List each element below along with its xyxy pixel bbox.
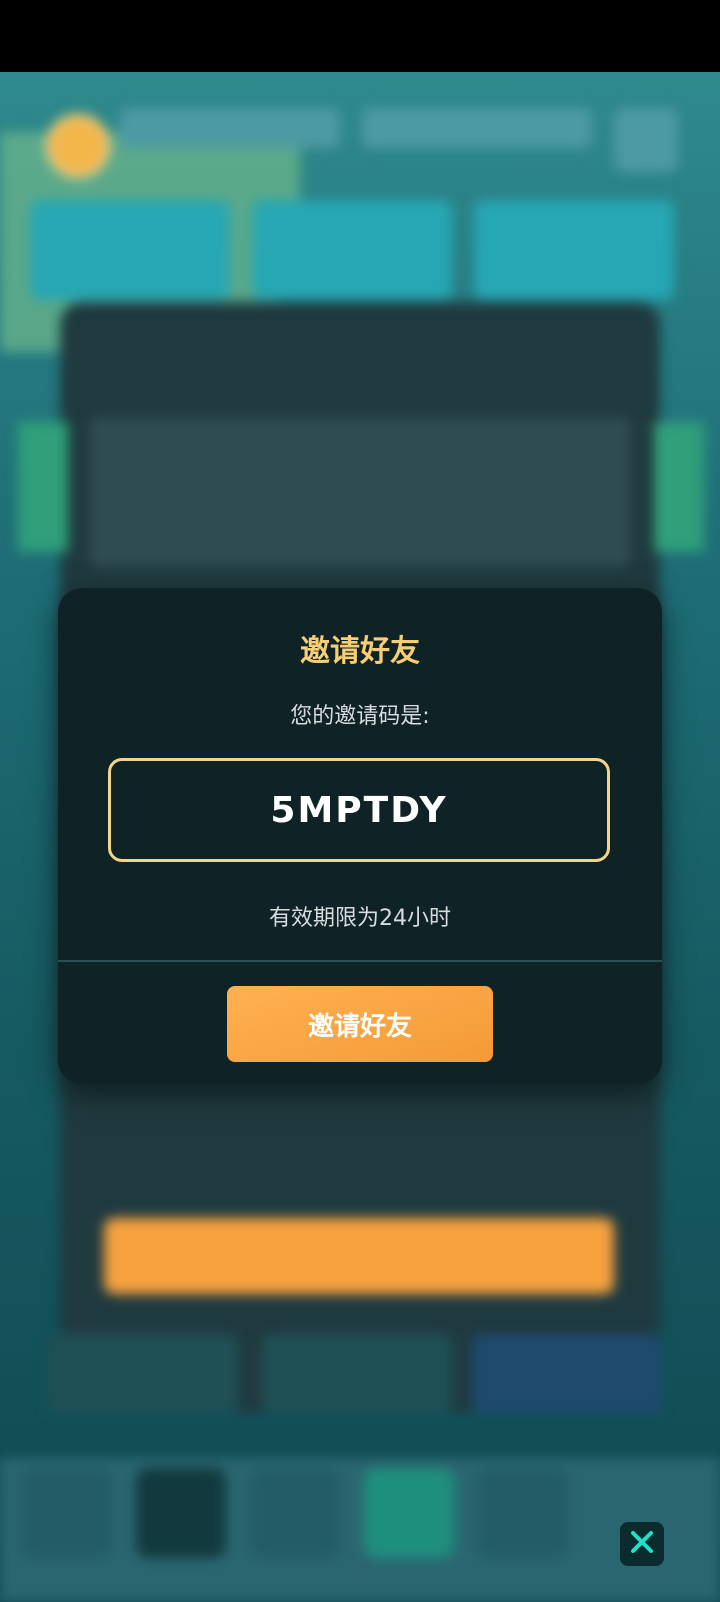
invite-code-value: 5MPTDY	[270, 789, 448, 831]
dialog-title: 邀请好友	[300, 634, 420, 669]
invite-code-label: 您的邀请码是:	[290, 704, 430, 729]
divider	[58, 960, 662, 962]
close-icon	[627, 1527, 657, 1561]
invite-code-box[interactable]: 5MPTDY	[108, 758, 610, 862]
invite-friends-dialog: 邀请好友 您的邀请码是: 5MPTDY 有效期限为24小时 邀请好友	[58, 588, 662, 1084]
invite-friends-button[interactable]: 邀请好友	[227, 986, 493, 1062]
close-button[interactable]	[620, 1522, 664, 1566]
expiry-text: 有效期限为24小时	[269, 906, 451, 931]
status-bar	[0, 0, 720, 72]
